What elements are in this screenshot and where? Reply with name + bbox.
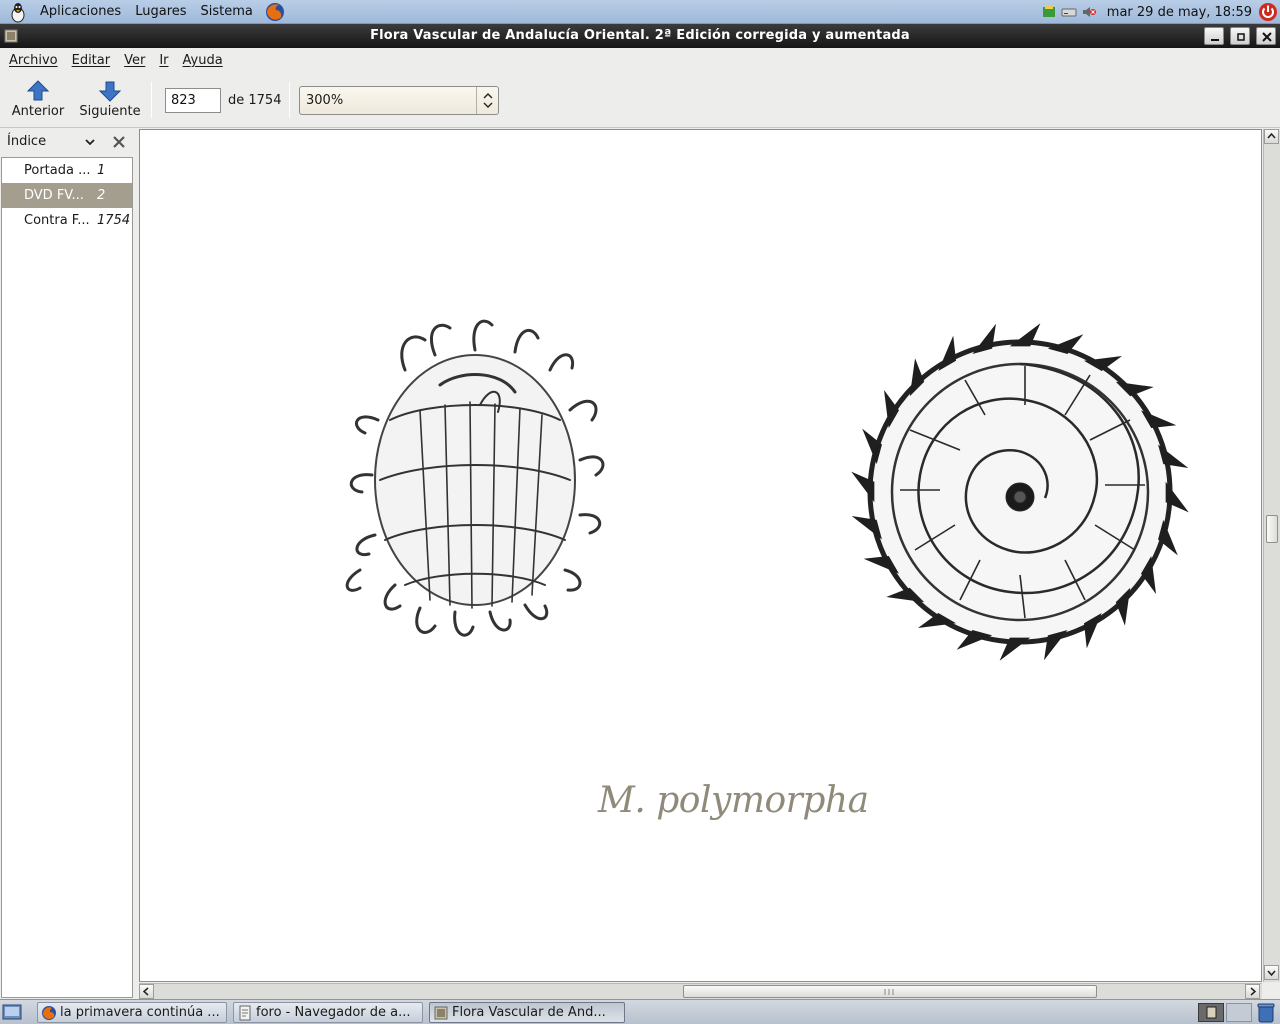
window-title: Flora Vascular de Andalucía Oriental. 2ª…: [370, 28, 910, 43]
update-notifier-icon[interactable]: [1041, 4, 1057, 20]
minimize-icon: [1211, 39, 1219, 41]
toolbar-separator: [289, 82, 290, 118]
arrow-right-small-icon: [1250, 987, 1257, 996]
top-panel: Aplicaciones Lugares Sistema mar 29 de m…: [0, 0, 1280, 24]
next-page-label: Siguiente: [79, 104, 141, 119]
power-icon[interactable]: [1258, 2, 1278, 22]
task-label: la primavera continúa ...: [60, 1005, 220, 1020]
index-item-dvd[interactable]: DVD FV... 2: [2, 183, 132, 208]
chevron-down-icon[interactable]: [84, 136, 96, 148]
close-window-button[interactable]: [1256, 27, 1276, 45]
maximize-button[interactable]: [1230, 27, 1250, 45]
drive-icon[interactable]: [1061, 4, 1077, 20]
show-desktop-icon[interactable]: [2, 1003, 22, 1022]
zoom-combobox[interactable]: 300%: [299, 86, 499, 115]
pod-side-view-illustration: [345, 319, 605, 637]
workspace-1[interactable]: [1198, 1003, 1224, 1022]
arrow-up-icon: [26, 80, 50, 101]
task-label: Flora Vascular de And...: [452, 1005, 606, 1020]
index-item-contra[interactable]: Contra F... 1754: [2, 208, 132, 233]
panel-clock[interactable]: mar 29 de may, 18:59: [1107, 5, 1252, 20]
arrow-down-small-icon: [1267, 970, 1276, 977]
sidebar-title[interactable]: Índice: [7, 134, 46, 149]
task-label: foro - Navegador de a...: [256, 1005, 411, 1020]
firefox-icon: [42, 1006, 56, 1020]
workspace-2[interactable]: [1226, 1003, 1252, 1022]
close-icon: [1262, 32, 1272, 42]
arrow-up-small-icon: [1267, 132, 1276, 139]
menu-ir[interactable]: Ir: [152, 53, 175, 68]
index-item-label: Contra F...: [24, 213, 90, 228]
menu-ver[interactable]: Ver: [117, 53, 152, 68]
close-sidebar-icon[interactable]: [112, 135, 126, 149]
document-icon: [239, 1005, 251, 1021]
maximize-icon: [1237, 33, 1245, 41]
horizontal-scrollbar[interactable]: [139, 983, 1262, 999]
sidebar: Índice Portada ... 1 DVD FV... 2 Contra …: [0, 129, 134, 998]
task-flora-viewer[interactable]: Flora Vascular de And...: [429, 1002, 625, 1023]
task-file-browser[interactable]: foro - Navegador de a...: [233, 1002, 423, 1023]
panel-menu-lugares[interactable]: Lugares: [128, 4, 193, 19]
trash-icon[interactable]: [1256, 1002, 1276, 1023]
minimize-button[interactable]: [1204, 27, 1224, 45]
system-tray: mar 29 de may, 18:59: [1039, 0, 1280, 24]
vertical-scrollbar[interactable]: [1263, 129, 1280, 982]
volume-muted-icon[interactable]: [1081, 4, 1097, 20]
index-item-page: 1754: [97, 213, 131, 228]
page-number-input[interactable]: [165, 88, 221, 113]
toolbar-separator: [151, 82, 152, 118]
gnome-foot-icon[interactable]: [7, 1, 29, 23]
arrow-left-small-icon: [142, 987, 149, 996]
menu-ayuda[interactable]: Ayuda: [176, 53, 230, 68]
document-view[interactable]: M. polymorpha: [139, 129, 1262, 982]
sidebar-header: Índice: [0, 129, 134, 155]
previous-page-label: Anterior: [11, 104, 65, 119]
bottom-panel: la primavera continúa ... foro - Navegad…: [0, 999, 1280, 1024]
page-total-label: de 1754: [228, 93, 282, 108]
vertical-scroll-thumb[interactable]: [1266, 515, 1278, 543]
next-page-button[interactable]: Siguiente: [78, 76, 142, 124]
index-list: Portada ... 1 DVD FV... 2 Contra F... 17…: [1, 157, 133, 998]
scroll-down-button[interactable]: [1264, 965, 1279, 980]
up-down-arrows-icon: [483, 93, 493, 108]
panel-menu-aplicaciones[interactable]: Aplicaciones: [33, 4, 128, 19]
menu-editar[interactable]: Editar: [65, 53, 118, 68]
index-item-label: DVD FV...: [24, 188, 84, 203]
zoom-value: 300%: [306, 93, 344, 108]
menu-bar: Archivo Editar Ver Ir Ayuda: [0, 48, 1280, 72]
index-item-portada[interactable]: Portada ... 1: [2, 158, 132, 183]
index-item-page: 1: [97, 163, 106, 178]
resize-grip[interactable]: [1263, 983, 1280, 999]
species-caption: M. polymorpha: [598, 780, 869, 821]
horizontal-scroll-thumb[interactable]: [683, 985, 1097, 998]
grip-icon: [884, 989, 894, 995]
menu-archivo[interactable]: Archivo: [2, 53, 65, 68]
document-viewer-icon: [434, 1006, 448, 1020]
firefox-launcher-icon[interactable]: [264, 1, 286, 23]
document-page: [345, 319, 1189, 661]
arrow-down-icon: [98, 81, 122, 102]
scroll-up-button[interactable]: [1264, 129, 1279, 144]
zoom-spin-arrows[interactable]: [476, 87, 498, 114]
previous-page-button[interactable]: Anterior: [8, 76, 68, 124]
window-titlebar[interactable]: Flora Vascular de Andalucía Oriental. 2ª…: [0, 24, 1280, 48]
index-item-page: 2: [97, 188, 106, 203]
index-item-label: Portada ...: [24, 163, 91, 178]
task-firefox[interactable]: la primavera continúa ...: [37, 1002, 227, 1023]
workspace-window-icon: [1206, 1006, 1217, 1019]
toolbar: Anterior Siguiente de 1754 300%: [0, 72, 1280, 128]
pod-top-view-illustration: [851, 323, 1189, 661]
scroll-right-button[interactable]: [1245, 984, 1260, 999]
scroll-left-button[interactable]: [139, 984, 154, 999]
panel-menu-sistema[interactable]: Sistema: [194, 4, 260, 19]
